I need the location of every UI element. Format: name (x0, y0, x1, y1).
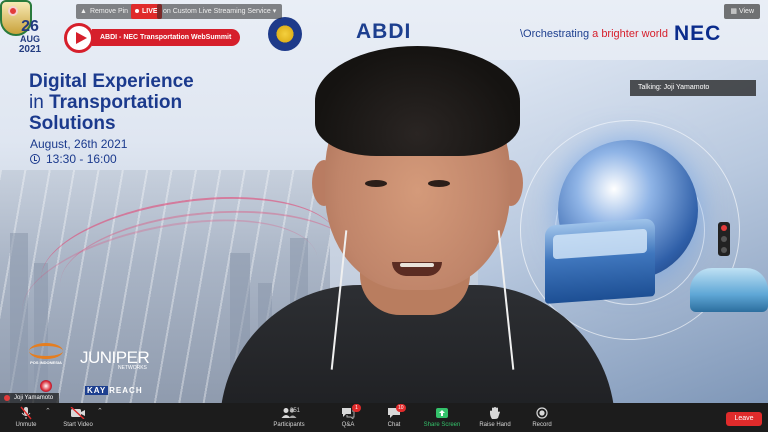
title-line-1: Digital Experience (29, 71, 194, 92)
video-off-icon (70, 406, 85, 419)
audio-options-chevron-icon[interactable]: ⌃ (45, 407, 51, 415)
participants-button[interactable]: 351 Participants (268, 405, 310, 429)
event-time: 13:30 - 16:00 (30, 152, 117, 166)
participants-count: 351 (290, 408, 301, 414)
meeting-top-bar: ▲ Remove Pin LIVE on Custom Live Streami… (0, 0, 768, 22)
raise-hand-icon (490, 406, 500, 419)
title-line-2: Transportation (49, 92, 183, 113)
remove-pin-label: Remove Pin (89, 8, 129, 15)
event-date: August, 26th 2021 (30, 137, 128, 151)
play-icon (64, 23, 94, 53)
share-screen-label: Share Screen (423, 422, 461, 428)
share-screen-icon (436, 407, 448, 418)
record-label: Record (532, 422, 552, 428)
shared-content-stage: 26 AUG 2021 ABDI - NEC Transportation We… (0, 0, 768, 403)
summit-title-pill: ABDI - NEC Transportation WebSummit (92, 29, 240, 46)
microphone-muted-icon (20, 406, 32, 419)
kay-label: KAY (85, 386, 109, 395)
view-button[interactable]: ▦ View (724, 4, 760, 19)
active-speaker-label: Talking: Joji Yamamoto (630, 80, 756, 96)
grid-icon: ▦ (730, 8, 737, 15)
video-options-chevron-icon[interactable]: ⌃ (97, 407, 103, 415)
record-icon (536, 406, 548, 419)
event-date-badge: 26 AUG 2021 (8, 19, 52, 56)
raise-hand-button[interactable]: Raise Hand (476, 405, 514, 429)
event-time-text: 13:30 - 16:00 (46, 152, 117, 166)
title-line-2-prefix: in (29, 92, 50, 113)
recording-indicator-icon (8, 6, 18, 16)
view-label: View (738, 8, 754, 15)
juniper-sub-label: NETWORKS (118, 365, 147, 371)
clock-icon (30, 154, 40, 164)
streaming-service-label: on Custom Live Streaming Service (163, 8, 271, 15)
sponsor-round-logo (40, 380, 52, 392)
pos-label: POS INDONESIA (30, 360, 62, 365)
unmute-label: Unmute (15, 422, 37, 428)
raise-hand-label: Raise Hand (479, 422, 511, 428)
nec-tagline: \Orchestrating a brighter world (520, 28, 668, 40)
event-title: Digital Experience in Transportation Sol… (29, 71, 194, 134)
speaker-video (220, 40, 615, 403)
record-button[interactable]: Record (528, 405, 556, 429)
participant-name-tag: Joji Yamamoto (0, 393, 60, 403)
tagline-accent: a brighter world (592, 28, 668, 40)
start-video-label: Start Video (63, 422, 93, 428)
date-month: AUG (20, 34, 40, 44)
tagline-prefix: \Orchestrating (520, 28, 593, 40)
kayreach-logo: KAY REACH (85, 386, 143, 395)
start-video-button[interactable]: Start Video (58, 405, 98, 429)
pos-indonesia-logo: POS INDONESIA (28, 343, 64, 365)
title-line-3: Solutions (29, 113, 116, 134)
participants-label: Participants (273, 422, 305, 428)
share-screen-button[interactable]: Share Screen (420, 405, 464, 429)
remove-pin-button[interactable]: ▲ Remove Pin (76, 4, 135, 19)
nec-logo: NEC (674, 22, 722, 45)
streaming-service-dropdown[interactable]: on Custom Live Streaming Service ▾ (157, 4, 283, 19)
chat-button[interactable]: 10 Chat (382, 404, 406, 429)
date-year: 2021 (18, 44, 42, 55)
pin-icon: ▲ (80, 8, 87, 15)
qa-label: Q&A (341, 422, 355, 428)
unmute-button[interactable]: Unmute (8, 405, 44, 429)
chat-badge: 10 (396, 404, 406, 412)
chevron-down-icon: ▾ (272, 8, 277, 15)
traffic-light-image (718, 222, 730, 256)
car-image (690, 268, 768, 312)
reach-label: REACH (109, 386, 143, 395)
qa-badge: 1 (352, 404, 361, 412)
qa-button[interactable]: 1 Q&A (334, 404, 362, 429)
leave-button[interactable]: Leave (726, 412, 762, 426)
meeting-toolbar: Unmute ⌃ Start Video ⌃ 351 Participants (0, 403, 768, 432)
chat-label: Chat (387, 422, 401, 428)
